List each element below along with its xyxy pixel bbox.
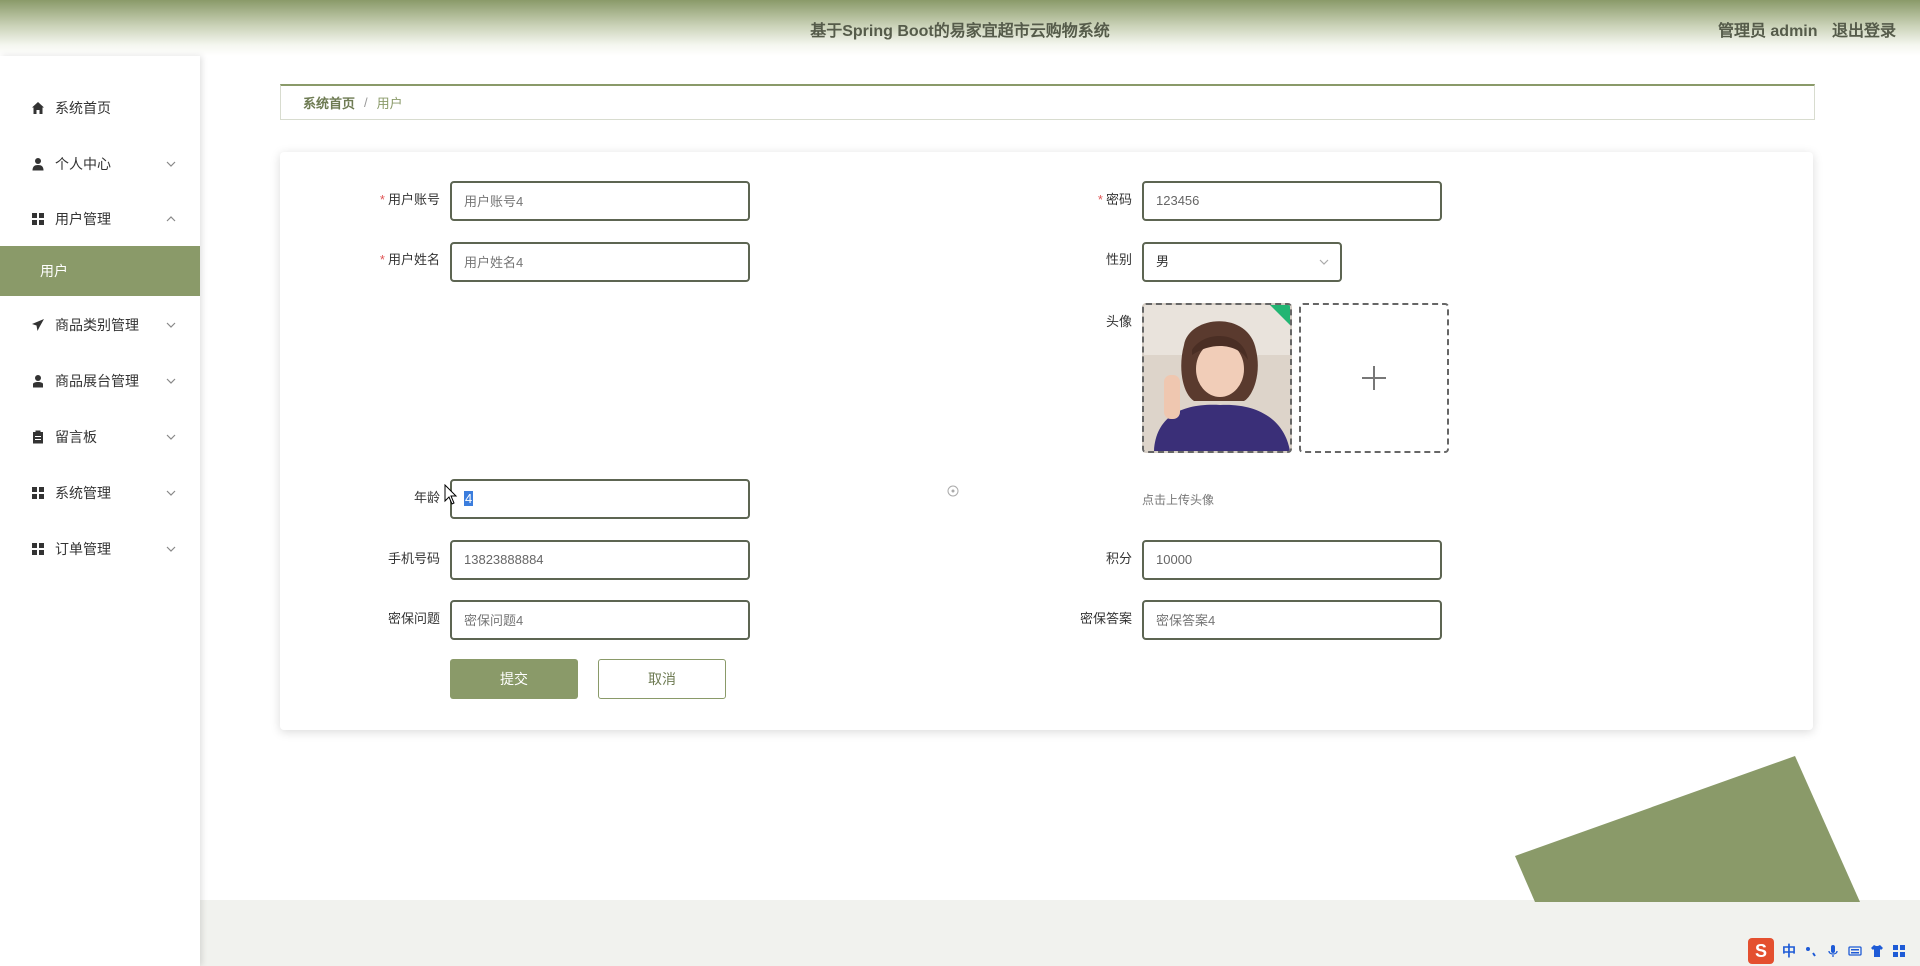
sidebar-subitem-user[interactable]: 用户: [0, 246, 200, 296]
security-answer-input[interactable]: [1142, 600, 1442, 640]
name-input[interactable]: [450, 242, 750, 282]
sidebar-item-label: 商品类别管理: [55, 317, 139, 333]
ime-language-toggle[interactable]: 中: [1782, 941, 1796, 961]
chevron-down-icon: [166, 161, 176, 167]
sidebar-item-label: 商品展台管理: [55, 373, 139, 389]
sidebar-item-label: 用户管理: [55, 211, 111, 227]
sidebar-item-order-management[interactable]: 订单管理: [0, 529, 200, 569]
sidebar-item-label: 系统首页: [55, 100, 111, 116]
breadcrumb-current: 用户: [376, 96, 403, 111]
gender-select-value: 男: [1156, 254, 1170, 269]
required-mark: *: [379, 192, 385, 207]
user-form-card: *用户账号 *密码 123456 *用户姓名 性别 男 头像 点击上传头像: [280, 152, 1813, 730]
breadcrumb-home-link[interactable]: 系统首页: [303, 93, 355, 112]
logout-link[interactable]: 退出登录: [1832, 23, 1896, 40]
breadcrumb-separator: /: [364, 95, 368, 110]
person-icon: [30, 156, 46, 172]
chevron-down-icon: [166, 322, 176, 328]
sidebar-item-personal[interactable]: 个人中心: [0, 144, 200, 184]
breadcrumb: 系统首页 / 用户: [280, 84, 1815, 120]
grid-icon: [30, 211, 46, 227]
account-input[interactable]: [450, 181, 750, 221]
sidebar-item-user-management[interactable]: 用户管理: [0, 199, 200, 239]
keyboard-icon[interactable]: [1848, 944, 1862, 958]
home-icon: [30, 100, 46, 116]
sidebar-item-label: 订单管理: [55, 541, 111, 557]
chevron-down-icon: [166, 434, 176, 440]
sidebar-item-label: 留言板: [55, 429, 97, 445]
punctuation-icon[interactable]: [1804, 944, 1818, 958]
avatar-upload-button[interactable]: [1299, 303, 1449, 453]
top-header: 基于Spring Boot的易家宜超市云购物系统 管理员 admin 退出登录: [0, 0, 1920, 56]
avatar-label: 头像: [1105, 314, 1132, 329]
security-question-label: 密保问题: [387, 611, 440, 626]
chevron-up-icon: [166, 216, 176, 222]
sidebar-item-message-board[interactable]: 留言板: [0, 417, 200, 457]
admin-user-label: 管理员 admin: [1717, 23, 1818, 40]
points-input[interactable]: 10000: [1142, 540, 1442, 580]
sidebar-item-label: 个人中心: [55, 156, 111, 172]
sidebar-menu: 系统首页 个人中心 用户管理 用户 商品类别管理 商品展台管理 留言板 系统管理…: [0, 56, 200, 966]
avatar-upload-tip: 点击上传头像: [1142, 493, 1215, 507]
decorative-parallelogram: [1515, 756, 1860, 902]
cancel-button[interactable]: 取消: [598, 659, 726, 699]
points-label: 积分: [1105, 551, 1132, 566]
security-answer-label: 密保答案: [1079, 611, 1132, 626]
send-icon: [30, 317, 46, 333]
security-question-input[interactable]: [450, 600, 750, 640]
required-mark: *: [379, 252, 385, 267]
chevron-down-icon: [1319, 259, 1329, 265]
chevron-down-icon: [166, 378, 176, 384]
main-footer-area: [200, 900, 1920, 966]
password-label-text: 密码: [1105, 192, 1132, 207]
avatar-photo: [1144, 305, 1290, 451]
name-label-text: 用户姓名: [387, 252, 440, 267]
header-user-area: 管理员 admin 退出登录: [1718, 17, 1896, 41]
grid-icon: [30, 485, 46, 501]
person-icon: [30, 373, 46, 389]
password-label: * 密码: [1012, 190, 1132, 210]
age-input[interactable]: 4: [450, 479, 750, 519]
name-label: * 用户姓名: [320, 250, 440, 270]
clear-circle-icon[interactable]: [947, 485, 959, 497]
age-selected-value: 4: [464, 491, 474, 506]
submit-button[interactable]: 提交: [450, 659, 578, 699]
microphone-icon[interactable]: [1826, 944, 1840, 958]
skin-shirt-icon[interactable]: [1870, 944, 1884, 958]
avatar-preview-image[interactable]: [1142, 303, 1292, 453]
ime-toolbar: S 中: [1740, 936, 1920, 966]
gender-select[interactable]: 男: [1142, 242, 1342, 282]
sidebar-subitem-label: 用户: [40, 263, 68, 279]
grid-icon: [30, 541, 46, 557]
toolbox-grid-icon[interactable]: [1892, 944, 1906, 958]
phone-label: 手机号码: [387, 551, 440, 566]
phone-input[interactable]: 13823888884: [450, 540, 750, 580]
required-mark: *: [1097, 192, 1103, 207]
clipboard-icon: [30, 429, 46, 445]
app-title: 基于Spring Boot的易家宜超市云购物系统: [810, 23, 1110, 40]
account-label-text: 用户账号: [387, 192, 440, 207]
chevron-down-icon: [166, 546, 176, 552]
sogou-logo-icon[interactable]: S: [1748, 938, 1774, 964]
gender-label: 性别: [1105, 252, 1132, 267]
account-label: * 用户账号: [320, 190, 440, 210]
plus-icon: [1362, 366, 1386, 390]
mouse-cursor-icon: [444, 484, 458, 505]
age-label: 年龄: [413, 490, 440, 505]
sidebar-item-showcase-management[interactable]: 商品展台管理: [0, 361, 200, 401]
sidebar-item-category-management[interactable]: 商品类别管理: [0, 305, 200, 345]
sidebar-item-label: 系统管理: [55, 485, 111, 501]
sidebar-item-system-management[interactable]: 系统管理: [0, 473, 200, 513]
password-input[interactable]: 123456: [1142, 181, 1442, 221]
chevron-down-icon: [166, 490, 176, 496]
sidebar-item-home[interactable]: 系统首页: [0, 88, 200, 128]
